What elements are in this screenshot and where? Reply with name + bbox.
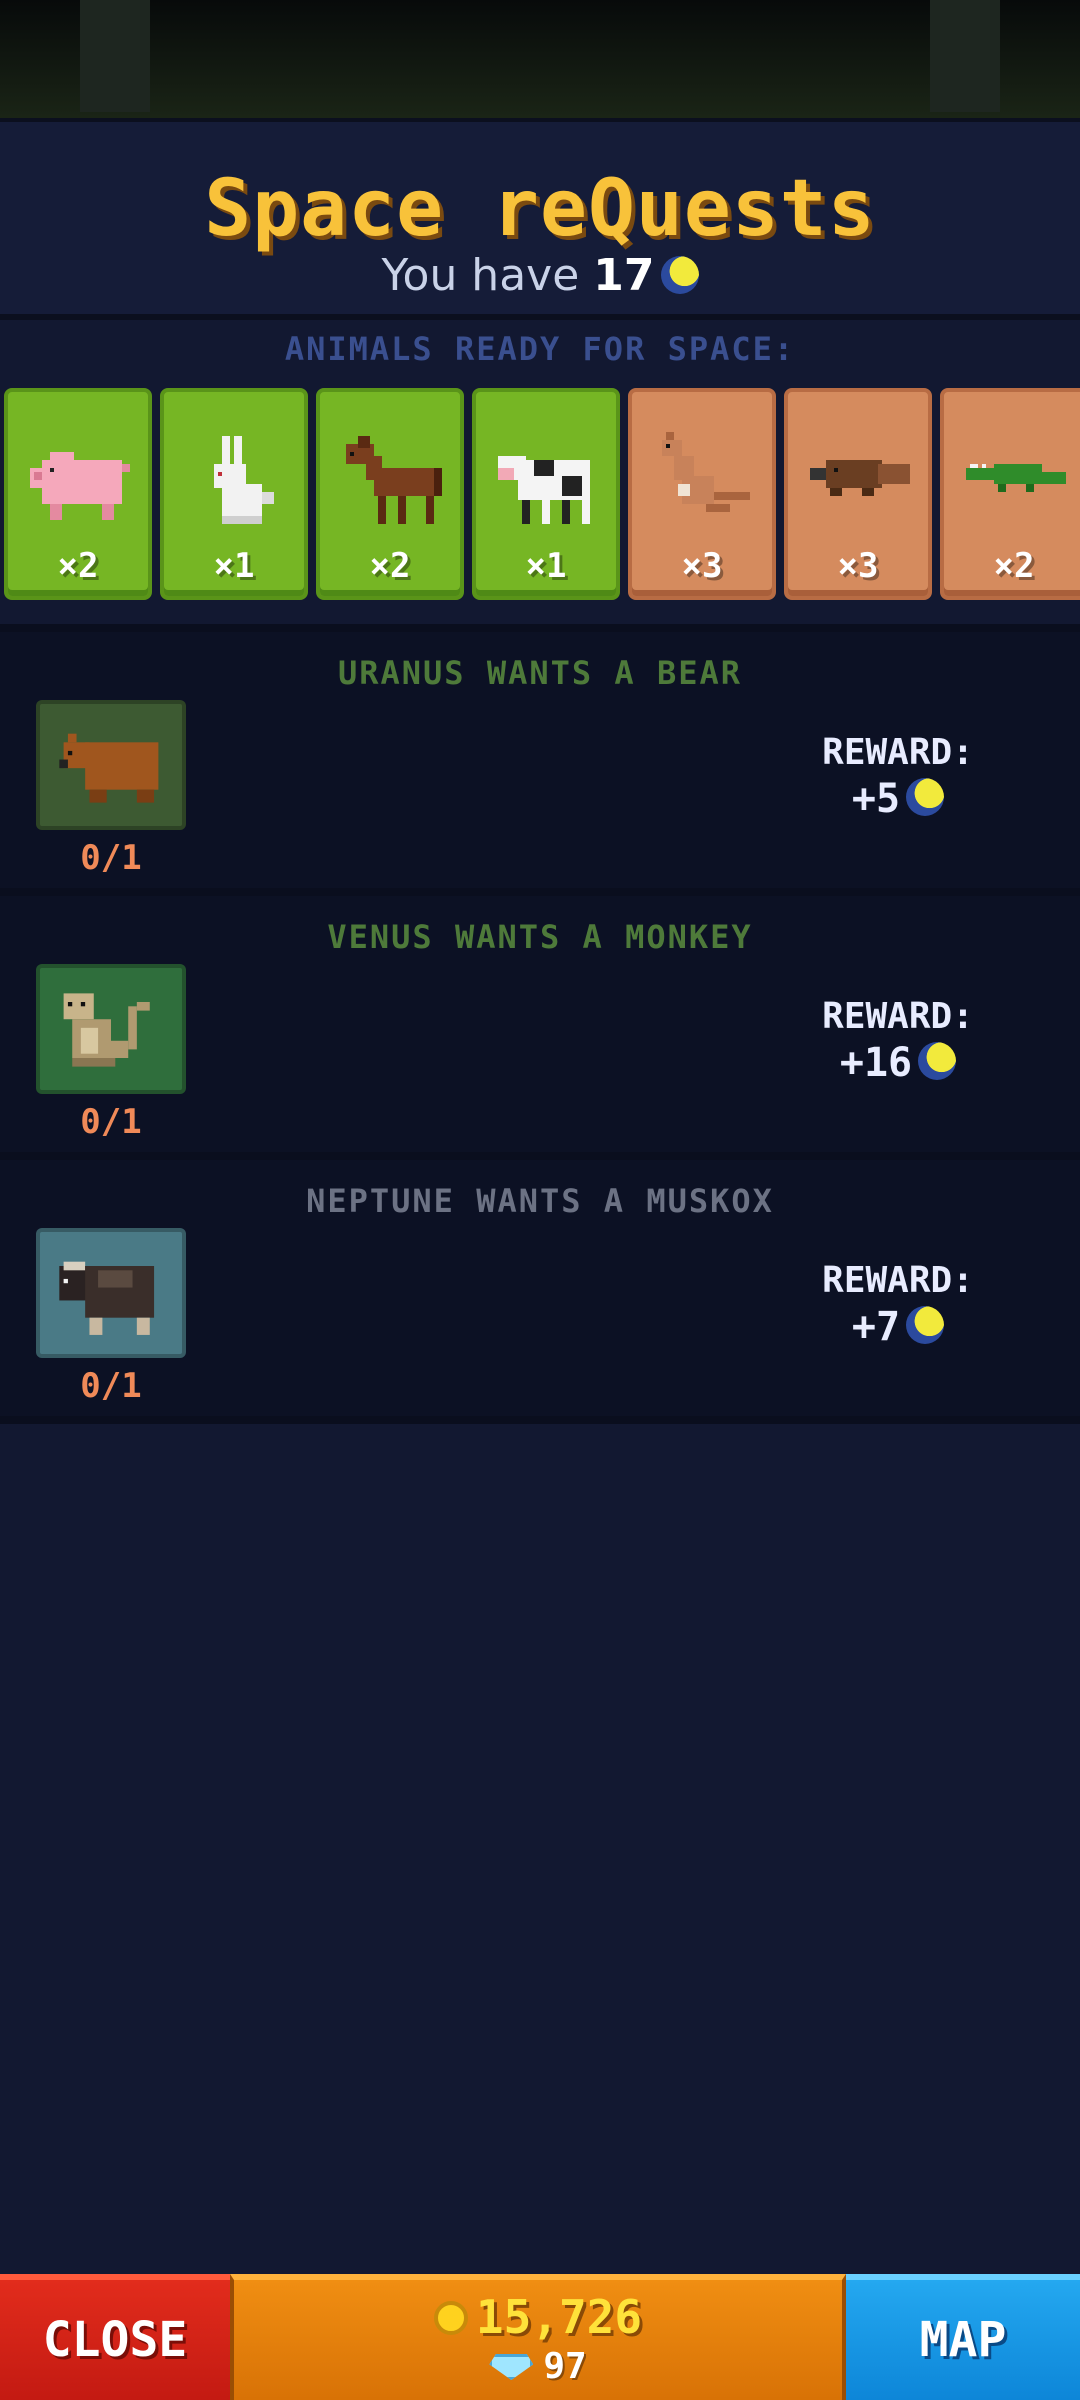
animal-card-platypus[interactable]: ×3 [784, 388, 932, 600]
close-button[interactable]: CLOSE [0, 2274, 230, 2400]
game-background-strip [0, 0, 1080, 118]
request-animal-slot[interactable] [36, 1228, 186, 1358]
moon-balance: You have 17 [0, 250, 1080, 301]
request-progress: 0/1 [80, 1102, 142, 1142]
bottom-bar: CLOSE 15,726 97 MAP [0, 2274, 1080, 2400]
section-divider [0, 888, 1080, 896]
animal-quantity: ×1 [213, 546, 255, 586]
request-venus: VENUS WANTS A MONKEY 0/1 REWARD: +16 [0, 896, 1080, 1152]
reward-amount: +5 [851, 776, 901, 822]
muskox-icon [59, 1261, 155, 1335]
ready-animals-list: ×2 ×1 ×2 ×1 ×3 ×3 ×2 [4, 388, 1080, 604]
reward-amount: +16 [839, 1040, 913, 1086]
crocodile-icon [966, 464, 1066, 492]
tree-silhouette [930, 0, 1000, 112]
animal-quantity: ×2 [369, 546, 411, 586]
animal-quantity: ×3 [837, 546, 879, 586]
horse-icon [346, 436, 442, 524]
animal-quantity: ×1 [525, 546, 567, 586]
currency-panel[interactable]: 15,726 97 [230, 2274, 846, 2400]
animal-card-pig[interactable]: ×2 [4, 388, 152, 600]
gem-amount: 97 [543, 2346, 587, 2387]
monkey-icon [63, 993, 150, 1067]
requests-header: Space reQuests You have 17 [0, 118, 1080, 320]
request-title: URANUS WANTS A BEAR [337, 654, 743, 692]
tree-silhouette [80, 0, 150, 112]
platypus-icon [810, 460, 910, 496]
reward-label: REWARD: [822, 1260, 974, 1301]
animal-quantity: ×2 [993, 546, 1035, 586]
request-title: NEPTUNE WANTS A MUSKOX [306, 1182, 774, 1220]
moon-count: 17 [593, 250, 655, 301]
coin-balance: 15,726 [234, 2290, 842, 2344]
section-divider [0, 1416, 1080, 1424]
section-divider [0, 1152, 1080, 1160]
moon-balance-prefix: You have [381, 250, 580, 301]
gem-icon [489, 2354, 534, 2380]
pig-icon [30, 452, 130, 520]
moon-token-icon [906, 1306, 945, 1344]
section-divider [0, 624, 1080, 632]
request-neptune: NEPTUNE WANTS A MUSKOX 0/1 REWARD: +7 [0, 1160, 1080, 1416]
request-animal-slot[interactable] [36, 964, 186, 1094]
reward-label: REWARD: [822, 996, 974, 1037]
animal-quantity: ×2 [57, 546, 99, 586]
request-progress: 0/1 [80, 838, 142, 878]
request-progress: 0/1 [80, 1366, 142, 1406]
animal-card-rabbit[interactable]: ×1 [160, 388, 308, 600]
cow-icon [498, 456, 590, 524]
coin-amount: 15,726 [475, 2290, 643, 2344]
animal-card-cow[interactable]: ×1 [472, 388, 620, 600]
request-title: VENUS WANTS A MONKEY [327, 918, 753, 956]
reward-value: +16 [788, 1040, 1008, 1086]
gem-balance: 97 [234, 2346, 842, 2387]
reward-amount: +7 [851, 1304, 901, 1350]
bear-icon [59, 733, 159, 803]
coin-icon [433, 2301, 468, 2335]
moon-token-icon [660, 256, 699, 294]
animal-card-crocodile[interactable]: ×2 [940, 388, 1080, 600]
animal-quantity: ×3 [681, 546, 723, 586]
kangaroo-icon [662, 432, 750, 512]
page-title: Space reQuests [204, 164, 876, 254]
request-animal-slot[interactable] [36, 700, 186, 830]
request-uranus: URANUS WANTS A BEAR 0/1 REWARD: +5 [0, 632, 1080, 888]
moon-token-icon [918, 1042, 957, 1080]
reward-label: REWARD: [822, 732, 974, 773]
map-button[interactable]: MAP [846, 2274, 1080, 2400]
animal-card-horse[interactable]: ×2 [316, 388, 464, 600]
reward-value: +7 [788, 1304, 1008, 1350]
rabbit-icon [214, 436, 274, 524]
ready-section-label: ANIMALS READY FOR SPACE: [284, 330, 796, 368]
animal-card-kangaroo[interactable]: ×3 [628, 388, 776, 600]
reward-value: +5 [788, 776, 1008, 822]
moon-token-icon [906, 778, 945, 816]
